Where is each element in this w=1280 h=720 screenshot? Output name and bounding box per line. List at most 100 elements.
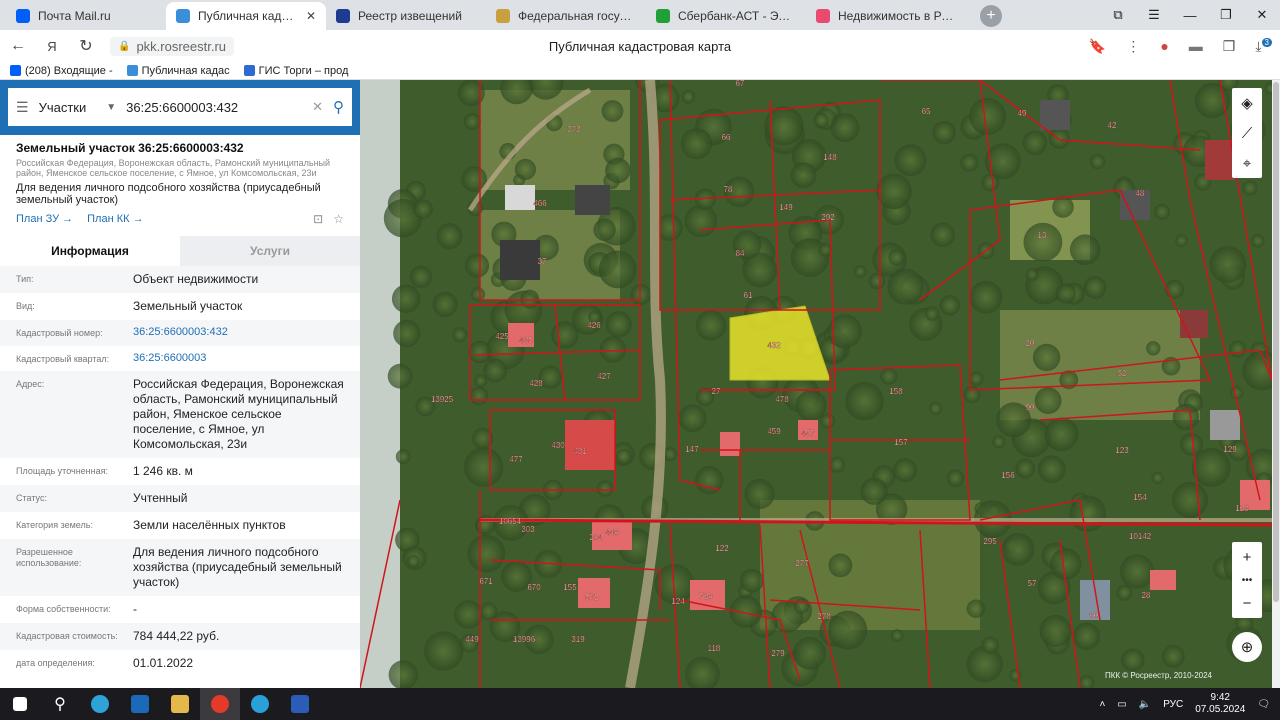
browser-tab[interactable]: Публичная кадастрова ✕: [166, 2, 326, 30]
parcel-label[interactable]: 478: [775, 395, 789, 404]
notification-icon[interactable]: 🗨: [1257, 699, 1270, 710]
parcel-label[interactable]: 726: [699, 592, 713, 601]
bookmark-item[interactable]: (208) Входящие -: [10, 65, 113, 77]
telegram-icon[interactable]: [240, 688, 280, 720]
parcel-label[interactable]: 67: [735, 80, 745, 88]
parcel-label[interactable]: 57: [1027, 579, 1037, 588]
network-icon[interactable]: ▭: [1117, 699, 1126, 710]
new-tab-button[interactable]: +: [980, 5, 1002, 27]
parcel-label[interactable]: 278: [817, 612, 831, 621]
tab-search-icon[interactable]: ⧉: [1100, 0, 1136, 30]
browser-tab[interactable]: Почта Mail.ru: [6, 2, 166, 30]
parcel-label[interactable]: 28: [1141, 591, 1151, 600]
locate-icon[interactable]: ⌖: [1232, 148, 1262, 178]
parcel-label[interactable]: 61: [743, 291, 753, 300]
tab-services[interactable]: Услуги: [180, 235, 360, 266]
outlook-icon[interactable]: [120, 688, 160, 720]
url-field[interactable]: 🔒 pkk.rosreestr.ru: [110, 36, 235, 56]
parcel-label[interactable]: 129: [1223, 445, 1237, 454]
tray-chevron-icon[interactable]: ˄: [1099, 699, 1105, 710]
zoom-out-button[interactable]: −: [1232, 588, 1262, 618]
parcel-label[interactable]: 670: [527, 583, 541, 592]
yandex-icon[interactable]: Я: [42, 39, 62, 54]
parcel-label[interactable]: 459: [767, 427, 781, 436]
extension-icon[interactable]: ●: [1160, 38, 1168, 54]
parcel-label[interactable]: 477: [509, 455, 523, 464]
close-window-button[interactable]: ✕: [1244, 0, 1280, 30]
parcel-label[interactable]: 90: [1025, 403, 1035, 412]
parcel-label[interactable]: 435: [519, 336, 533, 345]
parcel-label[interactable]: 122: [715, 544, 729, 553]
browser-tab[interactable]: Сбербанк-АСТ - Электрон: [646, 2, 806, 30]
parcel-label[interactable]: 13925: [431, 395, 454, 404]
browser-tab[interactable]: Федеральная государств: [486, 2, 646, 30]
parcel-label[interactable]: 20: [1025, 339, 1035, 348]
parcel-label[interactable]: 425: [495, 332, 509, 341]
parcel-label[interactable]: 37: [537, 257, 547, 266]
parcel-label[interactable]: 123: [1115, 446, 1129, 455]
parcel-label[interactable]: 446: [605, 528, 619, 537]
parcel-label[interactable]: 149: [779, 203, 793, 212]
edge-icon[interactable]: [80, 688, 120, 720]
parcel-label[interactable]: 426: [587, 321, 601, 330]
parcel-label[interactable]: 427: [597, 372, 611, 381]
parcel-label[interactable]: 147: [685, 445, 699, 454]
search-type-select[interactable]: Участки: [39, 100, 97, 115]
parcel-label[interactable]: 373: [567, 125, 581, 134]
parcel-label[interactable]: 319: [571, 635, 585, 644]
parcel-label[interactable]: 432: [767, 341, 781, 350]
volume-icon[interactable]: 🔈: [1139, 699, 1151, 710]
word-icon[interactable]: [280, 688, 320, 720]
zoom-in-button[interactable]: +: [1232, 542, 1262, 572]
parcel-label[interactable]: 295: [983, 537, 997, 546]
minimize-button[interactable]: —: [1172, 0, 1208, 30]
parcel-label[interactable]: 52: [1117, 369, 1127, 378]
parcel-label[interactable]: 10654: [499, 517, 522, 526]
parcel-label[interactable]: 27: [711, 387, 721, 396]
hamburger-menu-icon[interactable]: ☰: [16, 99, 29, 116]
search-taskbar-icon[interactable]: ⚲: [40, 688, 80, 720]
attribute-value[interactable]: 36:25:6600003:432: [133, 326, 344, 340]
browser-tab[interactable]: Недвижимость в Рамони: [806, 2, 966, 30]
back-button[interactable]: ←: [8, 37, 28, 55]
language-indicator[interactable]: РУС: [1163, 699, 1183, 710]
bookmark-item[interactable]: ГИС Торги – прод: [243, 65, 348, 77]
parcel-label[interactable]: 277: [795, 559, 809, 568]
parcel-label[interactable]: 156: [1001, 471, 1015, 480]
bookmark-icon[interactable]: 🔖: [1089, 38, 1106, 55]
tab-close-icon[interactable]: ✕: [306, 9, 316, 23]
parcel-label[interactable]: 13: [1037, 231, 1047, 240]
parcel-label[interactable]: 60: [1089, 611, 1099, 620]
parcel-label[interactable]: 430: [551, 441, 565, 450]
cadastral-map[interactable]: 67 65 49 42 373 66 148 78 149 292 48 466 13 37 84 61 426…: [360, 80, 1272, 688]
yandex-browser-icon[interactable]: [200, 688, 240, 720]
search-input[interactable]: [126, 99, 303, 115]
parcel-label[interactable]: 158: [889, 387, 903, 396]
bookmark-item[interactable]: Публичная кадас: [126, 65, 230, 77]
browser-tab[interactable]: Реестр извещений: [326, 2, 486, 30]
parcel-label[interactable]: 155: [563, 583, 577, 592]
clock[interactable]: 9:42 07.05.2024: [1195, 692, 1245, 716]
maximize-button[interactable]: ❐: [1208, 0, 1244, 30]
plan-zu-link[interactable]: План ЗУ →: [16, 213, 73, 225]
parcel-label[interactable]: 292: [821, 213, 835, 222]
parcel-label[interactable]: 157: [894, 438, 908, 447]
parcel-label[interactable]: 671: [479, 577, 493, 586]
parcel-label[interactable]: 466: [533, 199, 547, 208]
attribute-value[interactable]: 36:25:6600003: [133, 352, 344, 366]
parcel-label[interactable]: 66: [721, 133, 731, 142]
parcel-label[interactable]: 204: [589, 533, 603, 542]
parcel-label[interactable]: 154: [1133, 493, 1147, 502]
layers-icon[interactable]: ◈: [1232, 88, 1262, 118]
downloads-icon[interactable]: ⤓ 3: [1255, 38, 1272, 55]
chevron-down-icon[interactable]: ▼: [106, 102, 116, 113]
parcel-label[interactable]: 279: [771, 649, 785, 658]
parcel-label[interactable]: 457: [801, 429, 815, 438]
parcel-label[interactable]: 449: [465, 635, 479, 644]
tab-information[interactable]: Информация: [0, 235, 180, 266]
compass-icon[interactable]: ⊕: [1232, 632, 1262, 662]
menu-list-icon[interactable]: ☰: [1136, 0, 1172, 30]
parcel-label[interactable]: 428: [529, 379, 543, 388]
parcel-label[interactable]: 124: [671, 597, 685, 606]
parcel-label[interactable]: 128: [1235, 504, 1249, 513]
